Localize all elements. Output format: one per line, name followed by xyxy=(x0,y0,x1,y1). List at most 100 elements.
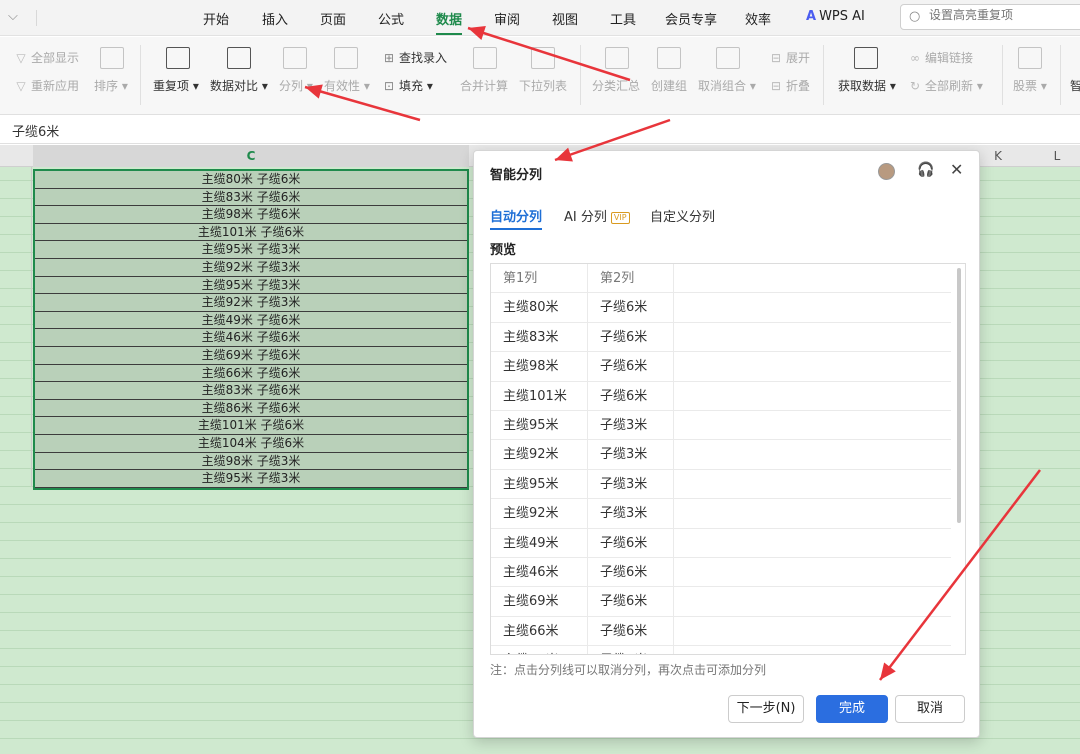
preview-cell: 主缆66米 xyxy=(491,616,588,646)
split-label: 分列 xyxy=(279,79,304,93)
vertical-scrollbar[interactable] xyxy=(957,268,961,523)
duplicates-button[interactable]: 重复项 ▾ xyxy=(153,77,199,94)
stocks-button[interactable]: 股票 ▾ xyxy=(1013,77,1047,94)
get-data-icon xyxy=(854,47,878,69)
sheet-cell[interactable]: 主缆92米 子缆3米 xyxy=(35,294,467,312)
sheet-cell[interactable]: 主缆80米 子缆6米 xyxy=(35,171,467,189)
preview-row: 主缆101米 子缆6米 xyxy=(491,381,951,411)
duplicates-icon xyxy=(166,47,190,69)
tab-home[interactable]: 开始 xyxy=(203,9,229,28)
tab-review[interactable]: 审阅 xyxy=(494,9,520,28)
preview-cell: 主缆92米 xyxy=(491,499,588,528)
preview-label: 预览 xyxy=(490,243,517,258)
tab-data[interactable]: 数据 xyxy=(436,9,463,35)
fill-label: 填充 xyxy=(399,79,424,93)
sheet-cell[interactable]: 主缆101米 子缆6米 xyxy=(35,417,467,435)
tab-custom-split[interactable]: 自定义分列 xyxy=(650,206,715,225)
validity-button[interactable]: 有效性 ▾ xyxy=(324,77,370,94)
more-button[interactable]: 智 xyxy=(1070,77,1080,94)
show-all-label: 全部显示 xyxy=(31,51,80,65)
sheet-cell[interactable]: 主缆66米 子缆6米 xyxy=(35,364,467,383)
preview-cell: 主缆92米 xyxy=(491,440,588,469)
dropdown-list-button[interactable]: 下拉列表 xyxy=(519,77,567,94)
preview-row: 主缆83米子缆6米 xyxy=(491,646,951,654)
preview-cell: 子缆6米 xyxy=(588,528,674,557)
ungroup-label: 取消组合 xyxy=(698,79,747,93)
sheet-cell[interactable]: 主缆49米 子缆6米 xyxy=(35,311,467,330)
cancel-button[interactable]: 取消 xyxy=(895,695,965,723)
preview-cell: 子缆6米 xyxy=(588,587,674,616)
sheet-cell[interactable]: 主缆92米 子缆3米 xyxy=(35,258,467,277)
column-header-c[interactable]: C xyxy=(33,145,469,167)
search-box[interactable]: ○ xyxy=(900,4,1080,30)
headset-icon[interactable]: 🎧 xyxy=(917,162,934,178)
tab-view[interactable]: 视图 xyxy=(552,9,578,28)
create-group-button[interactable]: 创建组 xyxy=(651,77,687,94)
formula-value[interactable]: 子缆6米 xyxy=(12,121,59,140)
reapply-button[interactable]: ▽ 重新应用 xyxy=(14,77,79,94)
split-note: 注：点击分列线可以取消分列，再次点击可添加分列 xyxy=(490,663,767,677)
preview-cell: 子缆6米 xyxy=(588,293,674,322)
expand-button[interactable]: ⊟ 展开 xyxy=(769,49,810,66)
sheet-cell[interactable]: 主缆95米 子缆3米 xyxy=(35,241,467,259)
preview-cell: 子缆3米 xyxy=(588,499,674,528)
collapse-icon: ⊟ xyxy=(770,79,782,93)
get-data-button[interactable]: 获取数据 ▾ xyxy=(838,77,896,94)
preview-table[interactable]: 第1列 第2列 主缆80米 子缆6米 主缆83米 子缆6米 主缆98米 子缆6米 主缆101… xyxy=(490,263,966,655)
ribbon-toolbar: ▽ 全部显示 ▽ 重新应用 排序 ▾ 重复项 ▾ 数据对比 ▾ 分列 ▾ 有效性 ▾… xyxy=(0,37,1080,115)
sheet-cell[interactable]: 主缆83米 子缆6米 xyxy=(35,382,467,400)
expand-icon: ⊟ xyxy=(770,51,782,65)
ungroup-button[interactable]: 取消组合 ▾ xyxy=(698,77,756,94)
preview-cell: 子缆3米 xyxy=(588,440,674,469)
preview-row: 主缆69米 子缆6米 xyxy=(491,587,951,617)
smart-split-dialog: 智能分列 🎧 ✕ 自动分列 AI 分列 VIP 自定义分列 预览 第1列 第2列 … xyxy=(473,150,980,738)
tab-insert[interactable]: 插入 xyxy=(262,9,288,28)
next-button[interactable]: 下一步(N) xyxy=(728,695,804,723)
sheet-cell[interactable]: 主缆46米 子缆6米 xyxy=(35,329,467,347)
sheet-cell[interactable]: 主缆101米 子缆6米 xyxy=(35,223,467,242)
search-input[interactable] xyxy=(929,8,1079,22)
tab-ai-split[interactable]: AI 分列 VIP xyxy=(564,206,630,225)
tab-member[interactable]: 会员专享 xyxy=(665,9,717,28)
chevron-down-icon[interactable]: ⌵ xyxy=(8,9,18,24)
sort-button[interactable]: 排序 ▾ xyxy=(94,77,128,94)
sheet-cell[interactable]: 主缆95米 子缆3米 xyxy=(35,470,467,488)
avatar[interactable] xyxy=(878,163,895,180)
edit-links-button[interactable]: ∞ 编辑链接 xyxy=(908,49,973,66)
formula-bar[interactable]: 子缆6米 xyxy=(0,116,1080,144)
preview-cell: 主缆49米 xyxy=(491,528,588,557)
split-button[interactable]: 分列 ▾ xyxy=(279,77,313,94)
show-all-button[interactable]: ▽ 全部显示 xyxy=(14,49,79,66)
sheet-cell[interactable]: 主缆98米 子缆3米 xyxy=(35,452,467,471)
sheet-cell[interactable]: 主缆95米 子缆3米 xyxy=(35,276,467,295)
compare-button[interactable]: 数据对比 ▾ xyxy=(210,77,268,94)
done-button[interactable]: 完成 xyxy=(816,695,888,723)
sheet-cell[interactable]: 主缆98米 子缆6米 xyxy=(35,206,467,224)
row-header-bar xyxy=(0,167,32,487)
wps-ai-button[interactable]: A WPS AI xyxy=(806,9,865,24)
tab-tools[interactable]: 工具 xyxy=(610,9,636,28)
sheet-cell[interactable]: 主缆83米 子缆6米 xyxy=(35,188,467,207)
consolidate-button[interactable]: 合并计算 xyxy=(460,77,508,94)
close-icon[interactable]: ✕ xyxy=(950,160,963,179)
preview-column-1-header[interactable]: 第1列 xyxy=(491,264,588,293)
sheet-cell[interactable]: 主缆69米 子缆6米 xyxy=(35,346,467,365)
selected-range[interactable]: 主缆80米 子缆6米 主缆83米 子缆6米 主缆98米 子缆6米 主缆101米 子缆6… xyxy=(33,169,469,490)
lookup-entry-button[interactable]: ⊞ 查找录入 xyxy=(382,49,447,66)
column-header-l[interactable]: L xyxy=(1034,145,1080,167)
tab-formula[interactable]: 公式 xyxy=(378,9,404,28)
refresh-all-button[interactable]: ↻ 全部刷新 ▾ xyxy=(908,77,983,94)
stocks-label: 股票 xyxy=(1013,79,1038,93)
subtotal-button[interactable]: 分类汇总 xyxy=(592,77,640,94)
collapse-button[interactable]: ⊟ 折叠 xyxy=(769,77,810,94)
preview-column-2-header[interactable]: 第2列 xyxy=(588,264,674,293)
sheet-cell[interactable]: 主缆86米 子缆6米 xyxy=(35,399,467,418)
consolidate-icon xyxy=(473,47,497,69)
tab-auto-split[interactable]: 自动分列 xyxy=(490,206,543,230)
sheet-cell[interactable]: 主缆104米 子缆6米 xyxy=(35,434,467,453)
preview-cell: 主缆69米 xyxy=(491,587,588,616)
tab-page[interactable]: 页面 xyxy=(320,9,346,28)
fill-button[interactable]: ⊡ 填充 ▾ xyxy=(382,77,433,94)
tab-efficiency[interactable]: 效率 xyxy=(745,9,771,28)
column-header-k[interactable]: K xyxy=(980,145,1016,167)
